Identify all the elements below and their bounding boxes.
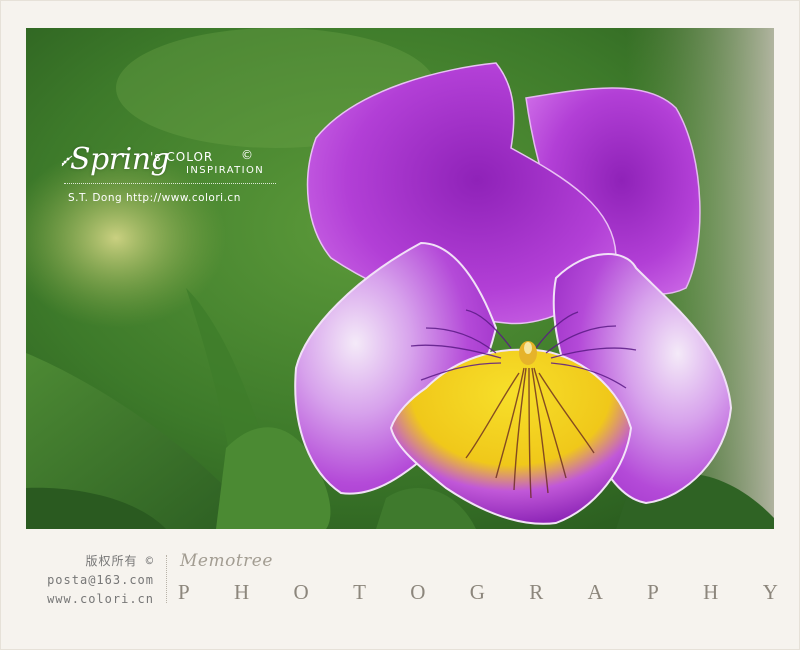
tagline-letter: H — [234, 580, 250, 604]
tagline-letter: O — [410, 580, 426, 604]
watermark-subtitle: INSPIRATION — [186, 165, 265, 176]
footer-rights: 版权所有 © — [85, 554, 154, 568]
copyright-icon: © — [241, 148, 253, 162]
tagline-letter: Y — [762, 580, 778, 604]
watermark-divider — [64, 183, 276, 184]
tagline-letter: P — [647, 580, 659, 604]
tagline-letter: G — [469, 580, 485, 604]
tagline-letter: P — [178, 580, 190, 604]
pansy-illustration — [26, 28, 774, 529]
footer-divider — [166, 555, 167, 603]
tagline-letter: O — [293, 580, 309, 604]
tagline-letter: A — [587, 580, 603, 604]
pansy-photo: Spring 's COLOR © INSPIRATION S.T. Dong … — [26, 28, 774, 529]
brand-tagline: PHOTOGRAPHY — [178, 580, 778, 605]
tagline-letter: T — [353, 580, 366, 604]
footer-website: www.colori.cn — [47, 592, 154, 606]
footer-email: posta@163.com — [47, 573, 154, 587]
tagline-letter: H — [703, 580, 719, 604]
tagline-letter: R — [529, 580, 544, 604]
brand-name: Memotree — [180, 551, 273, 571]
watermark-credit: S.T. Dong http://www.colori.cn — [68, 192, 241, 204]
watermark: Spring 's COLOR © INSPIRATION S.T. Dong … — [61, 140, 282, 210]
footer-contact: 版权所有 © posta@163.com www.colori.cn — [47, 552, 154, 609]
watermark-possessive: 's COLOR — [150, 150, 214, 164]
